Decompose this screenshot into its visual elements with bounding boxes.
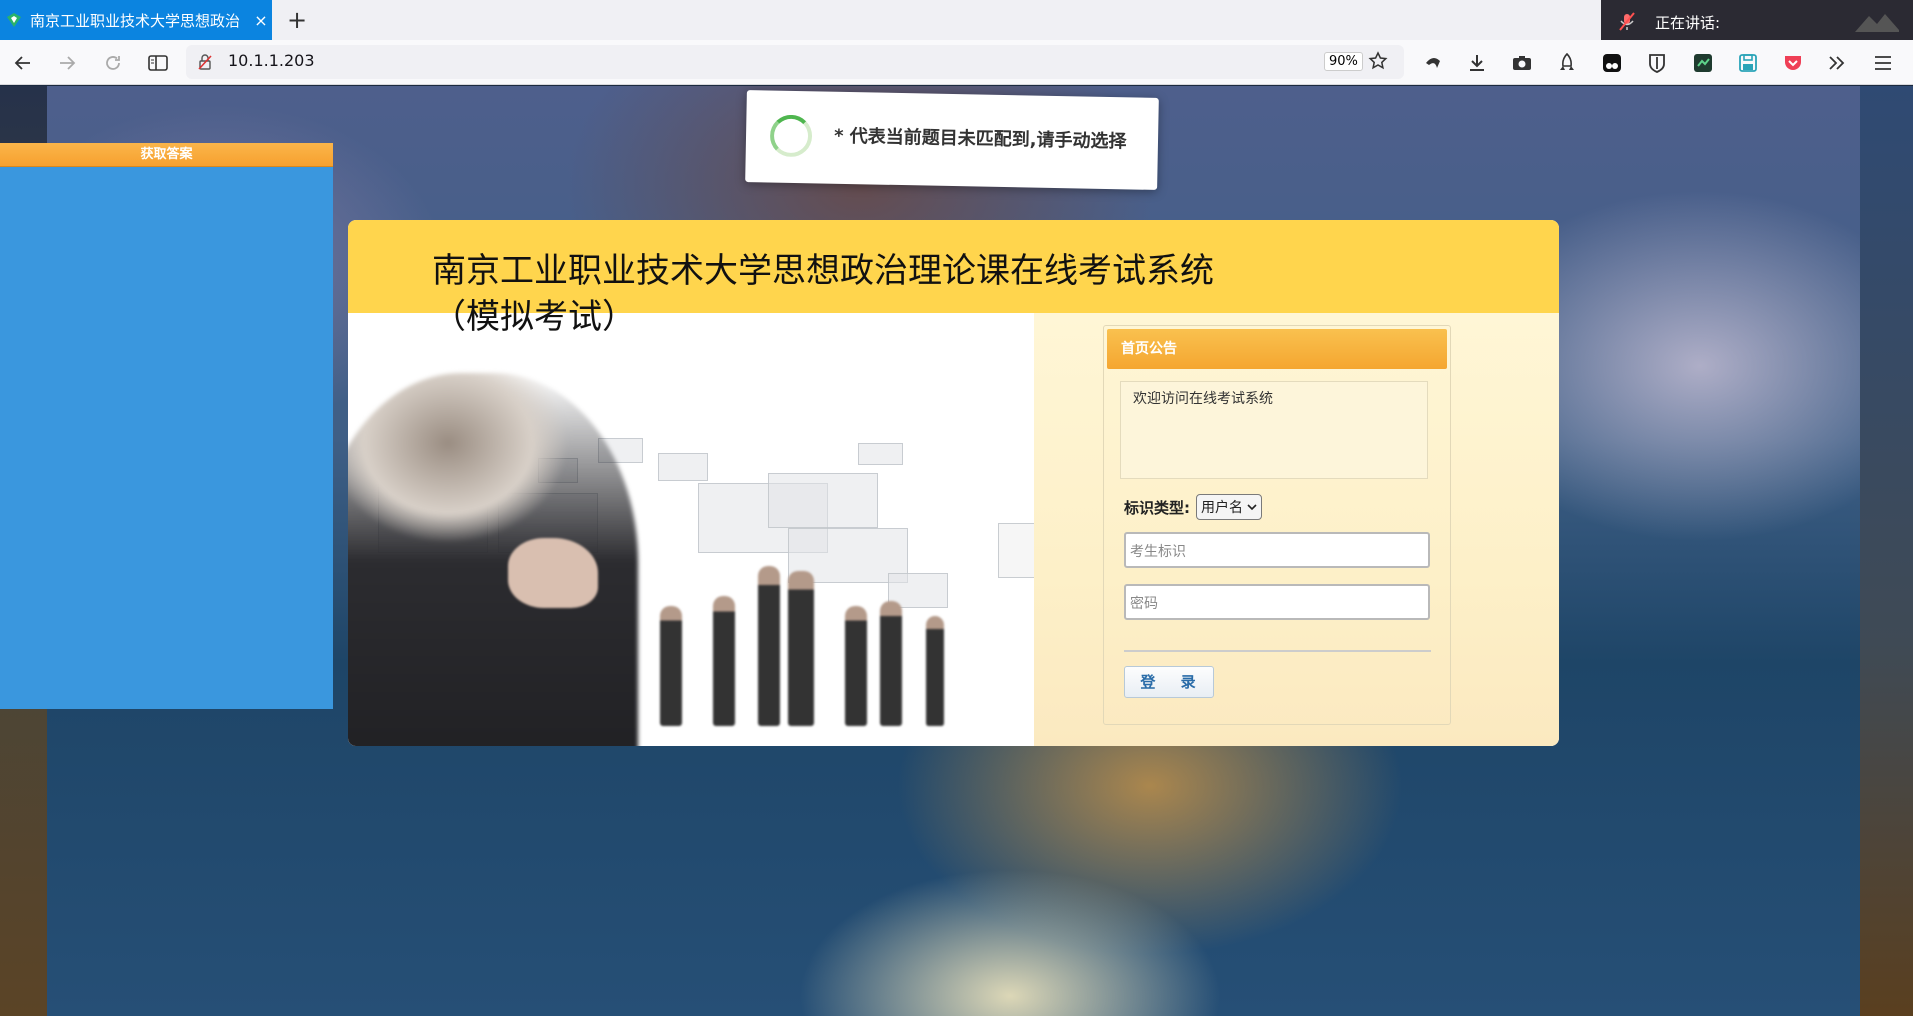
new-tab-button[interactable]: +	[282, 5, 312, 35]
speaking-indicator: 正在讲话:	[1601, 0, 1913, 44]
muted-mic-icon[interactable]	[1617, 12, 1637, 32]
answer-panel: 获取答案	[0, 143, 333, 709]
banner-illustration	[348, 313, 1034, 746]
rocket-extension-icon[interactable]	[1552, 48, 1582, 78]
speaker-avatar-icon	[1855, 14, 1899, 32]
address-bar[interactable]: 10.1.1.203 90%	[186, 45, 1404, 79]
tampermonkey-icon[interactable]	[1597, 48, 1627, 78]
chevron-down-icon	[1247, 504, 1257, 511]
decor-rect	[658, 453, 708, 481]
id-type-select[interactable]: 用户名	[1196, 494, 1262, 520]
crowd-person	[880, 601, 902, 726]
login-button[interactable]: 登 录	[1124, 666, 1214, 698]
back-icon[interactable]	[8, 48, 38, 78]
username-input[interactable]: 考生标识	[1124, 532, 1430, 568]
tab-close-icon[interactable]: ×	[250, 11, 272, 30]
id-type-value: 用户名	[1201, 500, 1243, 516]
sidebar-toggle-icon[interactable]	[143, 48, 173, 78]
menu-hamburger-icon[interactable]	[1868, 48, 1898, 78]
extension-green-icon[interactable]	[1688, 48, 1718, 78]
background-right-strip	[1860, 86, 1913, 1016]
crowd-person	[713, 596, 735, 726]
decor-rect	[768, 473, 878, 528]
answer-panel-title[interactable]: 获取答案	[0, 143, 333, 167]
undo-close-tab-icon[interactable]	[1418, 48, 1448, 78]
notice-box: 首页公告 欢迎访问在线考试系统 标识类型: 用户名 考生标识 密码 登 录	[1103, 325, 1451, 725]
id-type-label: 标识类型:	[1124, 498, 1190, 517]
site-favicon-icon	[6, 12, 22, 28]
id-type-row: 标识类型: 用户名	[1124, 494, 1262, 520]
login-side: 首页公告 欢迎访问在线考试系统 标识类型: 用户名 考生标识 密码 登 录	[1034, 313, 1559, 746]
crowd-person	[845, 606, 867, 726]
zoom-indicator[interactable]: 90%	[1324, 52, 1363, 71]
divider	[1124, 650, 1431, 652]
save-page-icon[interactable]	[1733, 48, 1763, 78]
decor-rect	[998, 523, 1034, 578]
bitwarden-shield-icon[interactable]	[1642, 48, 1672, 78]
forward-icon[interactable]	[52, 48, 82, 78]
insecure-lock-icon[interactable]	[198, 54, 212, 74]
page-viewport: 获取答案 * 代表当前题目未匹配到,请手动选择 南京工业职业技术大学思想政治理论…	[0, 86, 1913, 1016]
speaking-label: 正在讲话:	[1655, 13, 1721, 32]
tab-bar: 南京工业职业技术大学思想政治 × + 正在讲话:	[0, 0, 1913, 44]
download-icon[interactable]	[1462, 48, 1492, 78]
notice-title: 首页公告	[1107, 329, 1447, 369]
crowd-person	[758, 566, 780, 726]
crowd-person	[788, 571, 814, 726]
notification-toast: * 代表当前题目未匹配到,请手动选择	[745, 90, 1159, 190]
active-tab[interactable]: 南京工业职业技术大学思想政治 ×	[0, 0, 272, 40]
decor-rect	[858, 443, 903, 465]
login-card: 南京工业职业技术大学思想政治理论课在线考试系统 （模拟考试） 首页公告 欢迎访问…	[348, 220, 1559, 746]
loading-spinner-icon	[769, 114, 813, 158]
crowd-person	[660, 606, 682, 726]
pocket-icon[interactable]	[1778, 48, 1808, 78]
system-title: 南京工业职业技术大学思想政治理论课在线考试系统	[432, 251, 1214, 291]
url-text[interactable]: 10.1.1.203	[228, 51, 315, 70]
system-subtitle: （模拟考试）	[432, 297, 636, 337]
tab-title: 南京工业职业技术大学思想政治	[30, 11, 241, 30]
password-input[interactable]: 密码	[1124, 584, 1430, 620]
toast-message: * 代表当前题目未匹配到,请手动选择	[833, 125, 1127, 153]
pointing-hand	[508, 538, 598, 608]
notice-body: 欢迎访问在线考试系统	[1120, 381, 1428, 479]
nav-bar: 10.1.1.203 90%	[0, 40, 1913, 85]
overflow-chevron-icon[interactable]	[1822, 48, 1852, 78]
bookmark-star-icon[interactable]	[1368, 51, 1388, 75]
screenshot-camera-icon[interactable]	[1507, 48, 1537, 78]
reload-icon[interactable]	[98, 48, 128, 78]
crowd-person	[926, 616, 944, 726]
